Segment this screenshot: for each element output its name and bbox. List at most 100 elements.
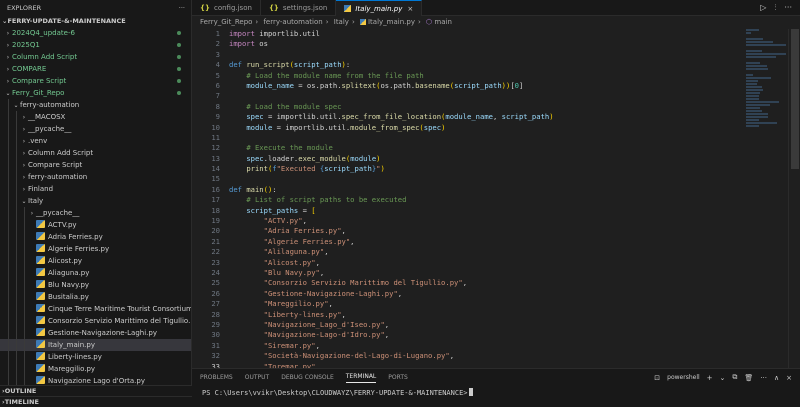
tab-ports[interactable]: PORTS (388, 374, 408, 381)
tree-folder[interactable]: ⌄Italy (0, 195, 191, 207)
tree-file[interactable]: Blu Navy.py (0, 279, 191, 291)
code-line[interactable]: "Mareggilio.py", (229, 299, 730, 309)
tree-file[interactable]: Liberty-lines.py (0, 351, 191, 363)
code-line[interactable]: import importlib.util (229, 29, 730, 39)
tree-folder[interactable]: › Finland (0, 183, 191, 195)
code-line[interactable]: # Load the module name from the file pat… (229, 71, 730, 81)
tab-output[interactable]: OUTPUT (245, 374, 269, 381)
tab-problems[interactable]: PROBLEMS (200, 374, 233, 381)
code-line[interactable]: "Navigazione_Lago_d'Iseo.py", (229, 320, 730, 330)
tree-folder[interactable]: ⌄ferry-automation (0, 99, 191, 111)
tree-file[interactable]: Cinque Terre Maritime Tourist Consortium… (0, 303, 191, 315)
vertical-scrollbar[interactable] (788, 29, 800, 368)
code-line[interactable]: spec = importlib.util.spec_from_file_loc… (229, 112, 730, 122)
run-icon[interactable]: ▷ (760, 0, 766, 15)
tree-file[interactable]: Alicost.py (0, 255, 191, 267)
code-line[interactable]: "Blu Navy.py", (229, 268, 730, 278)
code-line[interactable] (229, 133, 730, 143)
tree-folder[interactable]: › Column Add Script (0, 51, 191, 63)
minimap-line (746, 62, 761, 64)
code-line[interactable]: module_name = os.path.splitext(os.path.b… (229, 81, 730, 91)
tab-settings-json[interactable]: {} settings.json (261, 0, 337, 16)
breadcrumb-item[interactable]: main (434, 18, 452, 26)
code-line[interactable] (229, 174, 730, 184)
code-line[interactable] (229, 50, 730, 60)
tree-file[interactable]: Algerie Ferries.py (0, 243, 191, 255)
minimap[interactable] (746, 29, 786, 127)
code-editor[interactable]: 1 2 3 4 5 6 7 8 9 10 11 12 13 14 15 16 17 18 19 20 21 22 23 24 2… (192, 29, 800, 368)
code-line[interactable]: print(f"Executed {script_path}") (229, 164, 730, 174)
tree-file[interactable]: ACTV.py (0, 219, 191, 231)
tree-file[interactable]: Gestione-Navigazione-Laghi.py (0, 327, 191, 339)
tree-folder[interactable]: › ferry-automation (0, 171, 191, 183)
code-line[interactable]: "Liberty-lines.py", (229, 310, 730, 320)
tree-file[interactable]: Mareggilio.py (0, 363, 191, 375)
scrollbar-thumb[interactable] (791, 29, 799, 169)
code-line[interactable]: "Gestione-Navigazione-Laghi.py", (229, 289, 730, 299)
code-line[interactable]: spec.loader.exec_module(module) (229, 154, 730, 164)
tree-folder[interactable]: › 2025Q1 (0, 39, 191, 51)
code-line[interactable]: # Execute the module (229, 143, 730, 153)
code-line[interactable]: "Società-Navigazione-del-Lago-di-Lugano.… (229, 351, 730, 361)
minimap-line (746, 41, 773, 43)
tree-folder[interactable]: › Column Add Script (0, 147, 191, 159)
code-line[interactable]: "Alicost.py", (229, 258, 730, 268)
tree-folder[interactable]: › __pycache__ (0, 207, 191, 219)
breadcrumb-item[interactable]: Italy (334, 18, 349, 26)
tree-file[interactable]: Busitalia.py (0, 291, 191, 303)
tree-folder[interactable]: ⌄Ferry_Git_Repo (0, 87, 191, 99)
trash-icon[interactable]: 🗑 (744, 374, 753, 382)
code-line[interactable]: "Adria Ferries.py", (229, 226, 730, 236)
code-line[interactable]: "Consorzio Servizio Marittimo del Tigull… (229, 278, 730, 288)
python-icon (36, 328, 45, 336)
code-line[interactable]: "ACTV.py", (229, 216, 730, 226)
close-icon[interactable]: × (786, 374, 792, 382)
tab-config-json[interactable]: {} config.json (192, 0, 261, 16)
tree-file[interactable]: Adria Ferries.py (0, 231, 191, 243)
breadcrumb-item[interactable]: Ferry_Git_Repo (200, 18, 252, 26)
code-line[interactable]: module = importlib.util.module_from_spec… (229, 123, 730, 133)
terminal-output[interactable]: PS C:\Users\vvikr\Desktop\CLOUDWAYZ\FERR… (192, 386, 800, 400)
code-area[interactable]: import importlib.util import os def run_s… (229, 29, 730, 368)
tab-debug-console[interactable]: DEBUG CONSOLE (281, 374, 334, 381)
new-terminal-icon[interactable]: + (707, 374, 713, 382)
tree-folder[interactable]: › Compare Script (0, 75, 191, 87)
tree-folder[interactable]: › 2024Q4_update-6 (0, 27, 191, 39)
code-line[interactable]: script_paths = [ (229, 206, 730, 216)
tab-italy-main-py[interactable]: Italy_main.py × (336, 0, 423, 16)
timeline-section[interactable]: ›TIMELINE (0, 396, 192, 407)
code-line[interactable]: def run_script(script_path): (229, 60, 730, 70)
code-line[interactable]: # Load the module spec (229, 102, 730, 112)
tree-file[interactable]: Consorzio Servizio Marittimo del Tigulli… (0, 315, 191, 327)
split-editor-icon[interactable]: ⫶ (774, 0, 776, 15)
code-line[interactable] (229, 91, 730, 101)
chevron-down-icon[interactable]: ⌄ (720, 374, 726, 382)
code-line[interactable]: "Navigazione-Lago-d'Idro.py", (229, 330, 730, 340)
code-line[interactable]: "Alilaguna.py", (229, 247, 730, 257)
tree-folder[interactable]: › __pycache__ (0, 123, 191, 135)
workspace-root[interactable]: ⌄FERRY-UPDATE-&-MAINTENANCE (0, 16, 191, 27)
tab-terminal[interactable]: TERMINAL (345, 373, 377, 383)
code-line[interactable]: # List of script paths to be executed (229, 195, 730, 205)
code-line[interactable]: "Siremar.py", (229, 341, 730, 351)
split-terminal-icon[interactable]: ⧉ (732, 373, 737, 382)
more-actions-icon[interactable]: ··· (760, 374, 767, 382)
tree-folder[interactable]: › .venv (0, 135, 191, 147)
tree-folder[interactable]: › Compare Script (0, 159, 191, 171)
tree-file[interactable]: Aliaguna.py (0, 267, 191, 279)
code-line[interactable]: "Algerie Ferries.py", (229, 237, 730, 247)
more-actions-icon[interactable]: ··· (179, 0, 185, 16)
maximize-panel-icon[interactable]: ∧ (774, 374, 779, 382)
breadcrumb-item[interactable]: ferry-automation (263, 18, 322, 26)
code-line[interactable]: import os (229, 39, 730, 49)
shell-label[interactable]: powershell (667, 374, 700, 381)
code-token: script_path (324, 164, 372, 174)
tree-file[interactable]: Italy_main.py (0, 339, 191, 351)
tree-folder[interactable]: › __MACOSX (0, 111, 191, 123)
tree-folder[interactable]: › COMPARE (0, 63, 191, 75)
outline-section[interactable]: ›OUTLINE (0, 385, 192, 396)
close-icon[interactable]: × (407, 5, 413, 13)
more-actions-icon[interactable]: ··· (784, 0, 792, 15)
code-line[interactable]: def main(): (229, 185, 730, 195)
breadcrumb-item[interactable]: Italy_main.py (368, 18, 415, 26)
